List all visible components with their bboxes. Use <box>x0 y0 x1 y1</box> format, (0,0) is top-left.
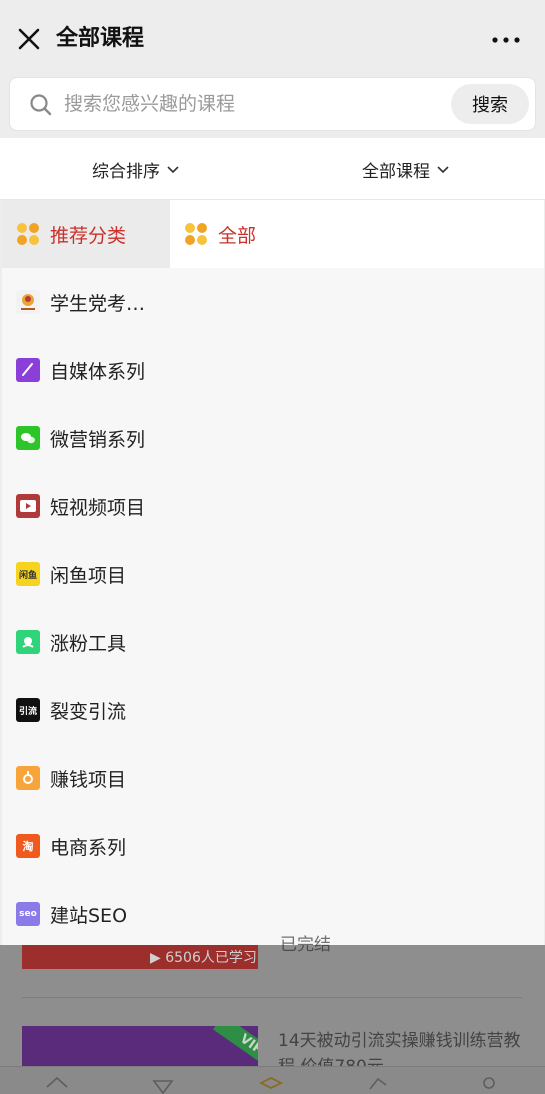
sidebar-item-money[interactable]: 赚钱项目 <box>2 744 170 812</box>
sidebar-item-fans[interactable]: 涨粉工具 <box>2 608 170 676</box>
sidebar-item-label: 短视频项目 <box>50 496 146 519</box>
sidebar-item-label: 推荐分类 <box>50 224 127 247</box>
sidebar-item-seo[interactable]: seo 建站SEO <box>2 880 170 948</box>
search-icon <box>30 94 52 116</box>
sidebar-item-label: 赚钱项目 <box>50 768 127 791</box>
search-input[interactable] <box>64 86 444 122</box>
wechat-icon <box>16 426 40 450</box>
sidebar-item-media[interactable]: 自媒体系列 <box>2 336 170 404</box>
sidebar-item-label: 涨粉工具 <box>50 632 127 655</box>
share-icon[interactable] <box>366 1075 392 1094</box>
search-button[interactable]: 搜索 <box>451 84 529 124</box>
vip-badge: VIP <box>205 1026 258 1066</box>
dots-icon <box>184 222 208 246</box>
page-title: 全部课程 <box>56 26 145 51</box>
subcategory-label: 全部 <box>218 224 257 247</box>
sidebar-item-label: 微营销系列 <box>50 428 146 451</box>
sidebar-item-xianyu[interactable]: 闲鱼 闲鱼项目 <box>2 540 170 608</box>
money-icon <box>16 766 40 790</box>
category-sidebar: 推荐分类 学生党考研... 自媒体系列 微营销系列 短视频项目 闲鱼 闲鱼项目 … <box>2 200 170 945</box>
subcategory-item-all[interactable]: 全部 <box>170 200 544 268</box>
fans-icon <box>16 630 40 654</box>
seo-icon: seo <box>16 902 40 926</box>
vip-badge-label: VIP <box>213 1026 258 1066</box>
chevron-down-icon <box>167 165 179 173</box>
subcategory-panel: 全部 <box>170 200 544 945</box>
filter-bar: 综合排序 全部课程 <box>0 138 545 200</box>
bottom-tabbar <box>0 1066 545 1094</box>
sort-filter[interactable]: 综合排序 <box>92 157 180 182</box>
sidebar-item-wechat[interactable]: 微营销系列 <box>2 404 170 472</box>
sidebar-item-recommended[interactable]: 推荐分类 <box>2 200 170 268</box>
sidebar-item-label: 自媒体系列 <box>50 360 146 383</box>
home-icon[interactable] <box>44 1075 70 1094</box>
pen-icon <box>16 358 40 382</box>
search-bar: 搜索 <box>9 77 536 131</box>
dots-icon <box>16 222 40 246</box>
diamond-icon[interactable] <box>150 1075 176 1094</box>
course-title: 已完结 <box>280 935 331 955</box>
header-bar: 全部课程 <box>0 0 545 76</box>
sort-filter-label: 综合排序 <box>92 162 160 182</box>
layers-icon[interactable] <box>258 1075 284 1094</box>
sidebar-item-label: 裂变引流 <box>50 700 127 723</box>
sidebar-item-fission[interactable]: 引流 裂变引流 <box>2 676 170 744</box>
sidebar-item-ecommerce[interactable]: 淘 电商系列 <box>2 812 170 880</box>
sidebar-item-student[interactable]: 学生党考研... <box>2 268 170 336</box>
more-icon[interactable] <box>491 36 521 44</box>
course-learners-count: ▶ 6506人已学习 <box>150 950 257 966</box>
sidebar-item-shortvideo[interactable]: 短视频项目 <box>2 472 170 540</box>
course-filter-label: 全部课程 <box>362 162 430 182</box>
chevron-down-icon <box>437 165 449 173</box>
close-icon[interactable] <box>14 24 44 54</box>
user-icon[interactable] <box>476 1075 502 1094</box>
sidebar-item-label: 闲鱼项目 <box>50 564 127 587</box>
course-filter[interactable]: 全部课程 <box>362 157 450 182</box>
taobao-icon: 淘 <box>16 834 40 858</box>
sidebar-item-label: 学生党考研... <box>50 292 162 315</box>
student-icon <box>16 290 40 314</box>
xianyu-icon: 闲鱼 <box>16 562 40 586</box>
sidebar-item-label: 电商系列 <box>50 836 127 859</box>
sidebar-item-label: 建站SEO <box>50 904 128 927</box>
yinliu-icon: 引流 <box>16 698 40 722</box>
divider <box>22 997 522 998</box>
video-icon <box>16 494 40 518</box>
